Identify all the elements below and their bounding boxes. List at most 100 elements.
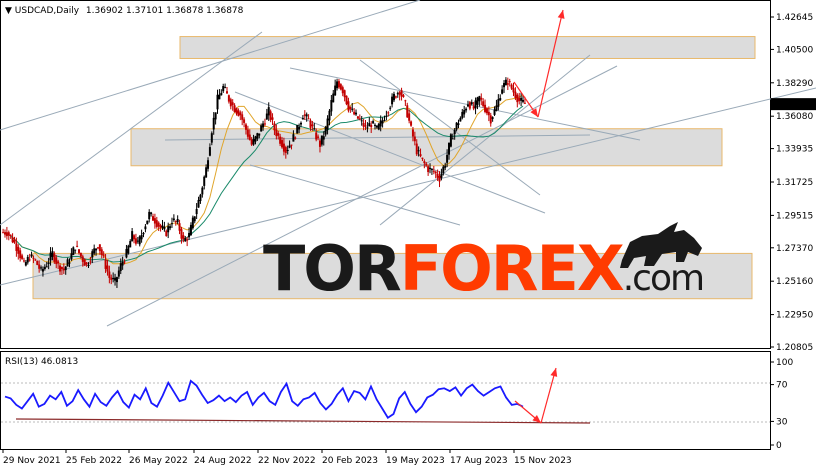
candle-body [17,246,20,254]
candle-body [68,262,71,264]
candle-body [465,108,468,111]
candle-body [74,249,77,251]
candle-body [377,123,380,130]
candle-body [381,120,384,124]
candle-body [157,222,160,227]
candle-body [379,120,382,127]
candle-body [110,277,113,280]
candle-body [189,224,192,236]
candle-body [114,277,117,281]
candle-body [53,253,56,262]
candle-body [256,133,259,139]
candle-body [305,114,308,117]
candle-body [353,111,356,115]
watermark-part-com: .com [623,258,703,299]
candle-body [501,89,504,94]
candle-body [292,134,295,142]
candle-body [309,120,312,128]
candle-body [455,122,458,130]
candle-body [244,124,247,130]
candle-body [4,232,6,235]
price-tick-label: 1.31725 [776,178,813,188]
candle-body [303,114,306,116]
candle-body [165,230,168,236]
candle-body [262,123,265,128]
candle-body [72,247,75,255]
candle-body [195,208,198,215]
candle-body [448,142,450,155]
candle-body [146,220,149,225]
candle-body [212,117,215,130]
price-tick-label: 1.33935 [776,145,813,155]
candle-body [453,129,456,135]
candle-body [427,166,430,173]
candle-body [487,111,490,116]
price-tick-label: 1.27370 [776,244,813,254]
candle-body [229,99,232,107]
candle-body [246,129,249,137]
candle-body [503,83,506,88]
candle-body [62,268,65,271]
candle-body [199,194,202,202]
rsi-arrow-up-shaft [540,367,557,424]
current-price-label: 1.36878 [775,100,812,110]
candle-body [76,245,79,247]
candle-body [271,117,274,120]
candle-body [167,226,170,233]
current-price-marker: 1.36878 [771,98,816,111]
candle-body [216,94,219,110]
candle-body [218,94,221,100]
candle-body [108,271,111,278]
candle-body [26,256,29,263]
candle-body [522,100,524,102]
candle-body [186,239,189,241]
candle-body [241,114,244,120]
candle-body [180,229,183,239]
candle-body [508,81,511,83]
rsi-tick-label: 100 [776,358,793,368]
candle-body [43,266,46,270]
candle-body [184,238,187,242]
chart-canvas: TORFOREX.com ▼ USDCAD,Daily 1.36902 1.37… [0,0,816,466]
symbol-dropdown-icon[interactable]: ▼ [5,6,12,16]
candle-body [117,270,120,277]
arrow-up-shaft [537,9,564,118]
time-tick-label: 22 Nov 2022 [258,456,316,466]
candle-body [2,232,5,234]
candle-body [64,266,67,271]
candle-body [298,126,301,130]
candle-body [398,92,401,95]
candle-body [227,95,230,102]
candle-body [415,143,418,155]
candle-body [417,150,420,152]
candle-body [191,217,194,229]
candle-body [485,108,488,114]
time-tick-label: 25 Feb 2022 [66,456,122,466]
candle-body [438,175,441,182]
candle-body [66,259,69,267]
candle-body [275,129,278,137]
candle-body [432,170,435,172]
candle-body [372,121,375,124]
trend-line-10 [359,59,541,196]
time-tick-label: 26 May 2022 [129,456,188,466]
candle-body [478,96,481,102]
candle-body [210,133,213,143]
candle-body [134,238,137,244]
candle-body [60,266,63,270]
candle-body [423,161,426,164]
candle-body [330,100,333,112]
candle-body [13,239,16,243]
candle-body [100,249,103,255]
candle-body [30,254,33,257]
watermark-part-tor: TOR [263,232,401,305]
candle-body [129,241,132,248]
candle-body [504,79,507,86]
candle-body [233,105,236,113]
rsi-tick-label: 70 [776,381,788,391]
price-tick-label: 1.25160 [776,277,813,287]
candle-body [239,112,242,116]
price-axis: 1.42645 1.40500 1.38290 1.36080 1.33935 1.317… [770,13,813,353]
candle-body [231,102,234,106]
candle-body [520,97,523,101]
